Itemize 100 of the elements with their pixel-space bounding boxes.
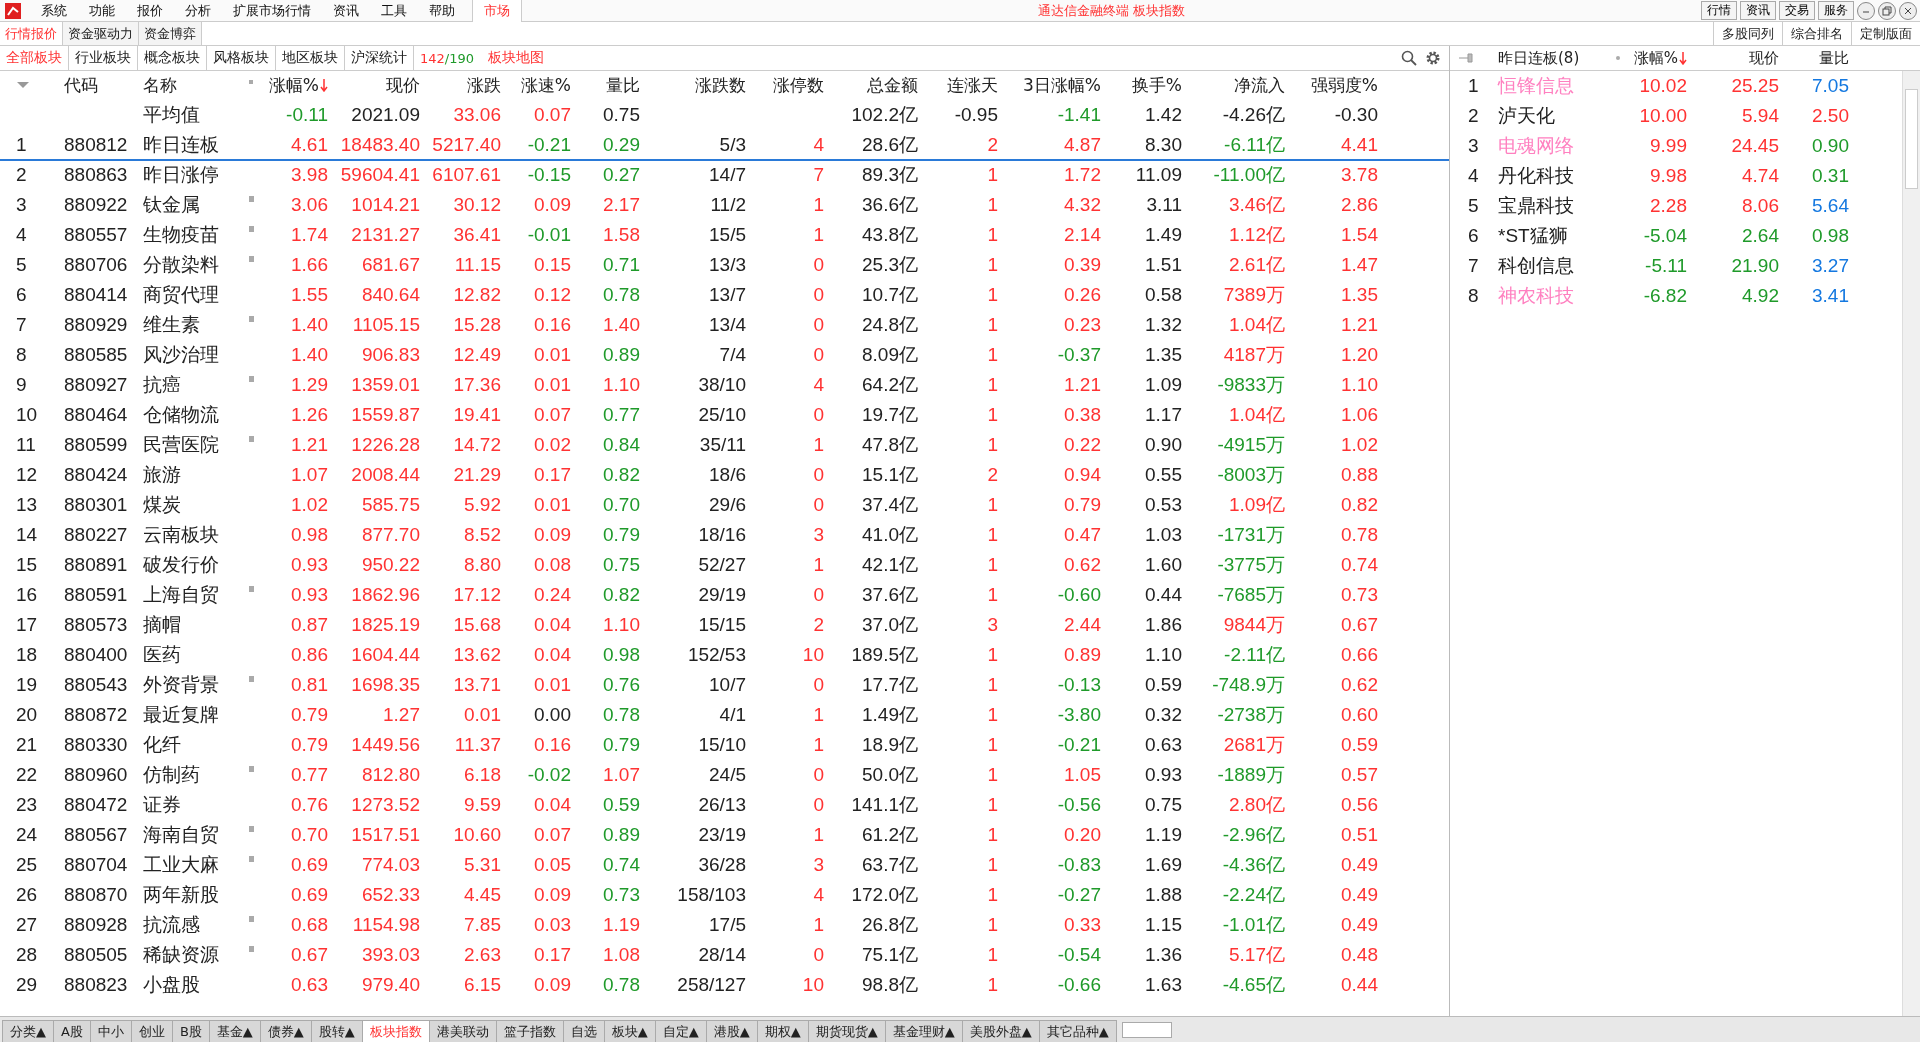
stock-name[interactable]: 泸天化 bbox=[1498, 103, 1608, 129]
table-row[interactable]: 16 880591 上海自贸 0.93 1862.96 17.12 0.24 0.82 29/19 0 37.6亿 1 -0.60 0.44 -7685万 0.73 bbox=[0, 581, 1449, 611]
menu-item[interactable]: 市场 bbox=[472, 0, 522, 22]
market-tab[interactable]: 基金理财▲ bbox=[884, 1020, 963, 1042]
market-tab[interactable]: 其它品种▲ bbox=[1038, 1020, 1117, 1042]
column-header[interactable]: 强弱度% bbox=[1285, 73, 1378, 97]
settings-icon[interactable] bbox=[1425, 50, 1441, 66]
market-tab[interactable]: 债券▲ bbox=[259, 1020, 312, 1042]
menu-item[interactable]: 分析 bbox=[174, 0, 222, 22]
column-header[interactable]: 涨停数 bbox=[746, 73, 824, 97]
column-header[interactable]: 名称 bbox=[140, 73, 245, 97]
column-header[interactable]: 涨跌数 bbox=[640, 73, 746, 97]
table-cell-text: 0.90 bbox=[1144, 434, 1182, 456]
table-row[interactable]: 27 880928 抗流感 0.68 1154.98 7.85 0.03 1.19 17/5 1 26.8亿 1 0.33 1.15 -1.01亿 0.49 bbox=[0, 911, 1449, 941]
column-header[interactable]: 净流入 bbox=[1182, 73, 1285, 97]
column-header[interactable]: 量比 bbox=[1779, 48, 1849, 68]
table-row[interactable]: 28 880505 稀缺资源 0.67 393.03 2.63 0.17 1.08 28/14 0 75.1亿 1 -0.54 1.36 5.17亿 0.48 bbox=[0, 941, 1449, 971]
market-tab[interactable]: 中小 bbox=[89, 1020, 132, 1042]
column-header[interactable]: 涨幅% bbox=[1628, 48, 1687, 68]
market-tab[interactable]: 期权▲ bbox=[756, 1020, 809, 1042]
restore-button[interactable] bbox=[1878, 1, 1896, 20]
table-row[interactable]: 13 880301 煤炭 1.02 585.75 5.92 0.01 0.70 29/6 0 37.4亿 1 0.79 0.53 1.09亿 0.82 bbox=[0, 491, 1449, 521]
menu-item[interactable]: 系统 bbox=[30, 0, 78, 22]
toolbar-button[interactable]: 服务 bbox=[1818, 1, 1854, 20]
stock-name[interactable]: *ST猛狮 bbox=[1498, 223, 1608, 249]
table-row[interactable]: 24 880567 海南自贸 0.70 1517.51 10.60 0.07 0.89 23/19 1 61.2亿 1 0.20 1.19 -2.96亿 0.51 bbox=[0, 821, 1449, 851]
table-row[interactable]: 2 880863 昨日涨停 3.98 59604.41 6107.61 -0.15 0.27 14/7 7 89.3亿 1 1.72 11.09 -11.00亿 3.78 bbox=[0, 161, 1449, 191]
column-header[interactable]: 涨速% bbox=[501, 73, 571, 97]
column-header[interactable]: 现价 bbox=[328, 73, 420, 97]
table-row[interactable]: 12 880424 旅游 1.07 2008.44 21.29 0.17 0.82 18/6 0 15.1亿 2 0.94 0.55 -8003万 0.88 bbox=[0, 461, 1449, 491]
column-header[interactable]: 涨幅% bbox=[257, 73, 328, 97]
toolbar-button[interactable]: 资讯 bbox=[1740, 1, 1776, 20]
market-tab[interactable]: 篮子指数 bbox=[495, 1020, 564, 1042]
stock-name[interactable]: 丹化科技 bbox=[1498, 163, 1608, 189]
market-tab[interactable]: A股 bbox=[53, 1020, 91, 1042]
toolbar-button[interactable]: 交易 bbox=[1779, 1, 1815, 20]
minimize-button[interactable] bbox=[1857, 1, 1875, 20]
market-tab[interactable]: 板块指数 bbox=[361, 1020, 430, 1042]
view-tab[interactable]: 资金驱动力 bbox=[63, 22, 139, 45]
table-row[interactable]: 19 880543 外资背景 0.81 1698.35 13.71 0.01 0.76 10/7 0 17.7亿 1 -0.13 0.59 -748.9万 0.62 bbox=[0, 671, 1449, 701]
table-row[interactable]: 15 880891 破发行价 0.93 950.22 8.80 0.08 0.75 52/27 1 42.1亿 1 0.62 1.60 -3775万 0.74 bbox=[0, 551, 1449, 581]
table-row[interactable]: 26 880870 两年新股 0.69 652.33 4.45 0.09 0.73 158/103 4 172.0亿 1 -0.27 1.88 -2.24亿 0.49 bbox=[0, 881, 1449, 911]
table-row[interactable]: 17 880573 摘帽 0.87 1825.19 15.68 0.04 1.10 15/15 2 37.0亿 3 2.44 1.86 9844万 0.67 bbox=[0, 611, 1449, 641]
market-tab[interactable]: 自定▲ bbox=[654, 1020, 707, 1042]
market-tab[interactable]: 美股外盘▲ bbox=[961, 1020, 1040, 1042]
column-header[interactable]: 代码 bbox=[60, 73, 140, 97]
column-header[interactable]: 量比 bbox=[571, 73, 640, 97]
market-tab[interactable]: 基金▲ bbox=[208, 1020, 261, 1042]
column-header[interactable]: 涨跌 bbox=[420, 73, 501, 97]
market-tab[interactable]: B股 bbox=[171, 1020, 210, 1042]
table-row[interactable]: 21 880330 化纤 0.79 1449.56 11.37 0.16 0.79 15/10 1 18.9亿 1 -0.21 0.63 2681万 0.59 bbox=[0, 731, 1449, 761]
market-tab[interactable]: 板块▲ bbox=[603, 1020, 656, 1042]
column-header[interactable]: 现价 bbox=[1687, 48, 1779, 68]
market-tab[interactable]: 自选 bbox=[562, 1020, 605, 1042]
sector-map-link[interactable]: 板块地图 bbox=[488, 49, 545, 67]
menu-item[interactable]: 工具 bbox=[370, 0, 418, 22]
table-row[interactable]: 3 880922 钛金属 3.06 1014.21 30.12 0.09 2.17 11/2 1 36.6亿 1 4.32 3.11 3.46亿 2.86 bbox=[0, 191, 1449, 221]
table-row[interactable]: 23 880472 证券 0.76 1273.52 9.59 0.04 0.59 26/13 0 141.1亿 1 -0.56 0.75 2.80亿 0.56 bbox=[0, 791, 1449, 821]
view-tab[interactable]: 资金博弈 bbox=[139, 22, 202, 45]
table-row[interactable]: 9 880927 抗癌 1.29 1359.01 17.36 0.01 1.10 38/10 4 64.2亿 1 1.21 1.09 -9833万 1.10 bbox=[0, 371, 1449, 401]
dropdown-icon[interactable] bbox=[16, 81, 30, 89]
toolbar-button[interactable]: 行情 bbox=[1701, 1, 1737, 20]
column-header[interactable]: 换手% bbox=[1101, 73, 1182, 97]
table-row[interactable]: 18 880400 医药 0.86 1604.44 13.62 0.04 0.98 152/53 10 189.5亿 1 0.89 1.10 -2.11亿 0.66 bbox=[0, 641, 1449, 671]
column-header[interactable]: 3日涨幅% bbox=[998, 73, 1101, 97]
table-row[interactable]: 25 880704 工业大麻 0.69 774.03 5.31 0.05 0.74 36/28 3 63.7亿 1 -0.83 1.69 -4.36亿 0.49 bbox=[0, 851, 1449, 881]
menu-item[interactable]: 资讯 bbox=[322, 0, 370, 22]
table-row[interactable]: 22 880960 仿制药 0.77 812.80 6.18 -0.02 1.07 24/5 0 50.0亿 1 1.05 0.93 -1889万 0.57 bbox=[0, 761, 1449, 791]
table-row[interactable]: 14 880227 云南板块 0.98 877.70 8.52 0.09 0.79 18/16 3 41.0亿 1 0.47 1.03 -1731万 0.78 bbox=[0, 521, 1449, 551]
close-button[interactable] bbox=[1899, 1, 1917, 20]
market-tab[interactable]: 港股▲ bbox=[705, 1020, 758, 1042]
menu-item[interactable]: 扩展市场行情 bbox=[222, 0, 322, 22]
market-tab[interactable]: 股转▲ bbox=[310, 1020, 363, 1042]
table-row[interactable]: 6 880414 商贸代理 1.55 840.64 12.82 0.12 0.78 13/7 0 10.7亿 1 0.26 0.58 7389万 1.35 bbox=[0, 281, 1449, 311]
column-header[interactable]: 总金额 bbox=[824, 73, 918, 97]
table-row[interactable]: 11 880599 民营医院 1.21 1226.28 14.72 0.02 0.84 35/11 1 47.8亿 1 0.22 0.90 -4915万 1.02 bbox=[0, 431, 1449, 461]
menu-item[interactable]: 报价 bbox=[126, 0, 174, 22]
app-logo-icon[interactable] bbox=[4, 1, 22, 20]
menu-item[interactable]: 功能 bbox=[78, 0, 126, 22]
market-tab[interactable]: 分类▲ bbox=[2, 1020, 54, 1042]
table-row[interactable]: 4 880557 生物疫苗 1.74 2131.27 36.41 -0.01 1.58 15/5 1 43.8亿 1 2.14 1.49 1.12亿 1.54 bbox=[0, 221, 1449, 251]
table-row[interactable]: 5 880706 分散染料 1.66 681.67 11.15 0.15 0.71 13/3 0 25.3亿 1 0.39 1.51 2.61亿 1.47 bbox=[0, 251, 1449, 281]
table-row[interactable]: 1 880812 昨日连板 4.61 18483.40 5217.40 -0.21 0.29 5/3 4 28.6亿 2 4.87 8.30 -6.11亿 4.41 bbox=[0, 131, 1449, 161]
table-row[interactable]: 29 880823 小盘股 0.63 979.40 6.15 0.09 0.78 258/127 10 98.8亿 1 -0.66 1.63 -4.65亿 0.44 bbox=[0, 971, 1449, 1001]
table-row[interactable]: 8 880585 风沙治理 1.40 906.83 12.49 0.01 0.89 7/4 0 8.09亿 1 -0.37 1.35 4187万 1.20 bbox=[0, 341, 1449, 371]
stock-name[interactable]: 科创信息 bbox=[1498, 253, 1608, 279]
market-tab[interactable]: 港美联动 bbox=[428, 1020, 497, 1042]
table-cell-text: 5217.40 bbox=[431, 134, 501, 156]
market-tab[interactable]: 期货现货▲ bbox=[807, 1020, 886, 1042]
table-row[interactable]: 7 880929 维生素 1.40 1105.15 15.28 0.16 1.40 13/4 0 24.8亿 1 0.23 1.32 1.04亿 1.21 bbox=[0, 311, 1449, 341]
stock-name[interactable]: 宝鼎科技 bbox=[1498, 193, 1608, 219]
table-cell-text: 2008.44 bbox=[350, 464, 420, 486]
table-cell-text: 13/4 bbox=[708, 314, 746, 336]
market-tab[interactable]: 创业 bbox=[130, 1020, 173, 1042]
column-header[interactable]: 连涨天 bbox=[918, 73, 998, 97]
table-row[interactable]: 10 880464 仓储物流 1.26 1559.87 19.41 0.07 0.77 25/10 0 19.7亿 1 0.38 1.17 1.04亿 1.06 bbox=[0, 401, 1449, 431]
menu-item[interactable]: 帮助 bbox=[418, 0, 466, 22]
scrollbar[interactable] bbox=[1121, 1022, 1172, 1038]
search-icon[interactable] bbox=[1401, 50, 1417, 66]
table-row[interactable]: 20 880872 最近复牌 0.79 1.27 0.01 0.00 0.78 4/1 1 1.49亿 1 -3.80 0.32 -2738万 0.60 bbox=[0, 701, 1449, 731]
